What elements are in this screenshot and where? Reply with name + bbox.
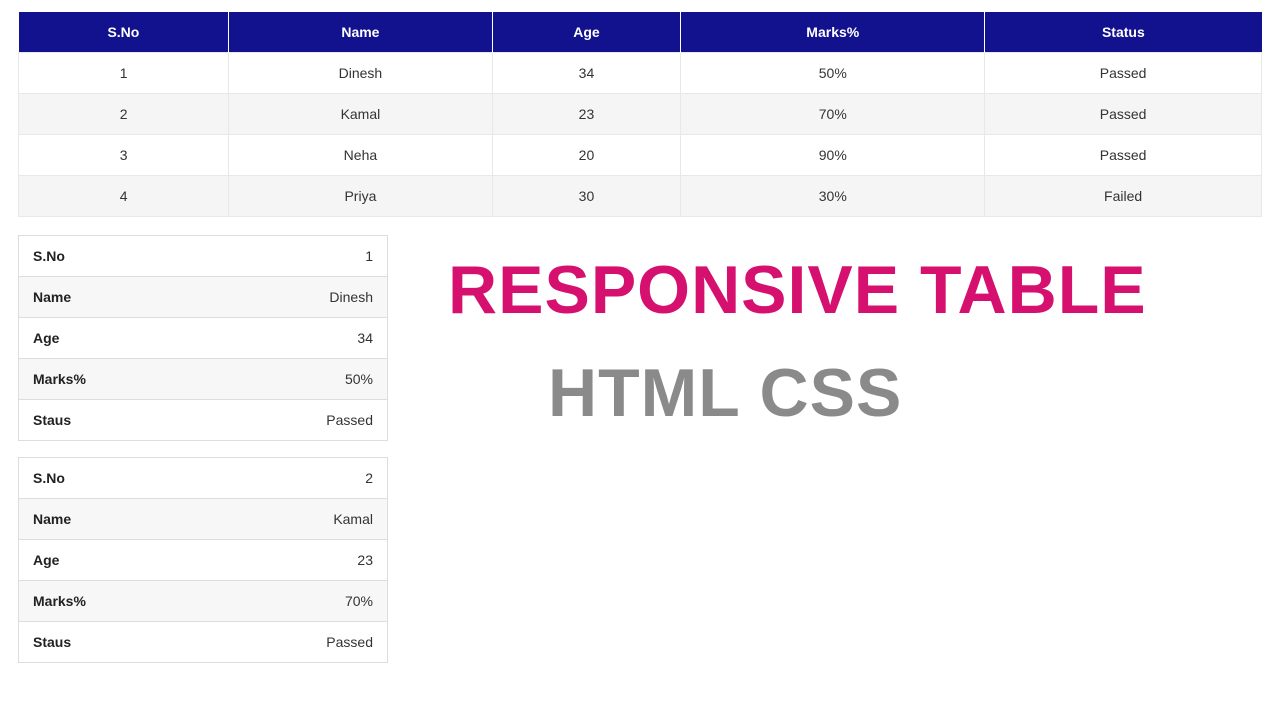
cell-sno: 4	[19, 176, 229, 217]
card-row: Age 34	[19, 318, 387, 359]
card-row: Staus Passed	[19, 400, 387, 440]
col-sno: S.No	[19, 12, 229, 53]
card-label-sno: S.No	[33, 470, 65, 486]
cell-name: Neha	[229, 135, 492, 176]
cell-sno: 3	[19, 135, 229, 176]
card-label-name: Name	[33, 511, 71, 527]
card-value-sno: 1	[365, 248, 373, 264]
card-row: S.No 1	[19, 236, 387, 277]
card-label-status: Staus	[33, 634, 71, 650]
card-value-marks: 50%	[345, 371, 373, 387]
card-label-status: Staus	[33, 412, 71, 428]
cell-status: Passed	[985, 135, 1262, 176]
cell-marks: 50%	[681, 53, 985, 94]
cell-marks: 90%	[681, 135, 985, 176]
card-label-name: Name	[33, 289, 71, 305]
col-age: Age	[492, 12, 681, 53]
title-line-1: RESPONSIVE TABLE	[448, 255, 1262, 326]
card-value-status: Passed	[326, 412, 373, 428]
cell-age: 23	[492, 94, 681, 135]
card-row: Staus Passed	[19, 622, 387, 662]
card-row: S.No 2	[19, 458, 387, 499]
title-line-2: HTML CSS	[448, 354, 1262, 432]
cell-name: Dinesh	[229, 53, 492, 94]
title-area: RESPONSIVE TABLE HTML CSS	[428, 235, 1262, 432]
cell-status: Failed	[985, 176, 1262, 217]
cell-marks: 30%	[681, 176, 985, 217]
card-value-age: 23	[357, 552, 373, 568]
card-label-marks: Marks%	[33, 593, 86, 609]
cell-age: 30	[492, 176, 681, 217]
record-card: S.No 2 Name Kamal Age 23 Marks% 70% Stau…	[18, 457, 388, 663]
card-label-age: Age	[33, 330, 59, 346]
card-row: Name Kamal	[19, 499, 387, 540]
col-status: Status	[985, 12, 1262, 53]
record-card: S.No 1 Name Dinesh Age 34 Marks% 50% Sta…	[18, 235, 388, 441]
card-row: Age 23	[19, 540, 387, 581]
table-row: 2 Kamal 23 70% Passed	[19, 94, 1262, 135]
table-row: 1 Dinesh 34 50% Passed	[19, 53, 1262, 94]
data-table: S.No Name Age Marks% Status 1 Dinesh 34 …	[18, 12, 1262, 217]
cell-sno: 1	[19, 53, 229, 94]
cell-age: 34	[492, 53, 681, 94]
cell-name: Priya	[229, 176, 492, 217]
cell-sno: 2	[19, 94, 229, 135]
card-value-status: Passed	[326, 634, 373, 650]
card-value-name: Kamal	[333, 511, 373, 527]
responsive-cards-column: S.No 1 Name Dinesh Age 34 Marks% 50% Sta…	[18, 235, 388, 679]
card-label-age: Age	[33, 552, 59, 568]
table-header-row: S.No Name Age Marks% Status	[19, 12, 1262, 53]
card-row: Marks% 70%	[19, 581, 387, 622]
card-value-sno: 2	[365, 470, 373, 486]
card-value-age: 34	[357, 330, 373, 346]
cell-age: 20	[492, 135, 681, 176]
table-row: 4 Priya 30 30% Failed	[19, 176, 1262, 217]
col-name: Name	[229, 12, 492, 53]
cell-status: Passed	[985, 53, 1262, 94]
card-row: Name Dinesh	[19, 277, 387, 318]
cell-marks: 70%	[681, 94, 985, 135]
table-row: 3 Neha 20 90% Passed	[19, 135, 1262, 176]
card-label-sno: S.No	[33, 248, 65, 264]
col-marks: Marks%	[681, 12, 985, 53]
card-value-name: Dinesh	[329, 289, 373, 305]
card-row: Marks% 50%	[19, 359, 387, 400]
card-label-marks: Marks%	[33, 371, 86, 387]
cell-status: Passed	[985, 94, 1262, 135]
card-value-marks: 70%	[345, 593, 373, 609]
cell-name: Kamal	[229, 94, 492, 135]
